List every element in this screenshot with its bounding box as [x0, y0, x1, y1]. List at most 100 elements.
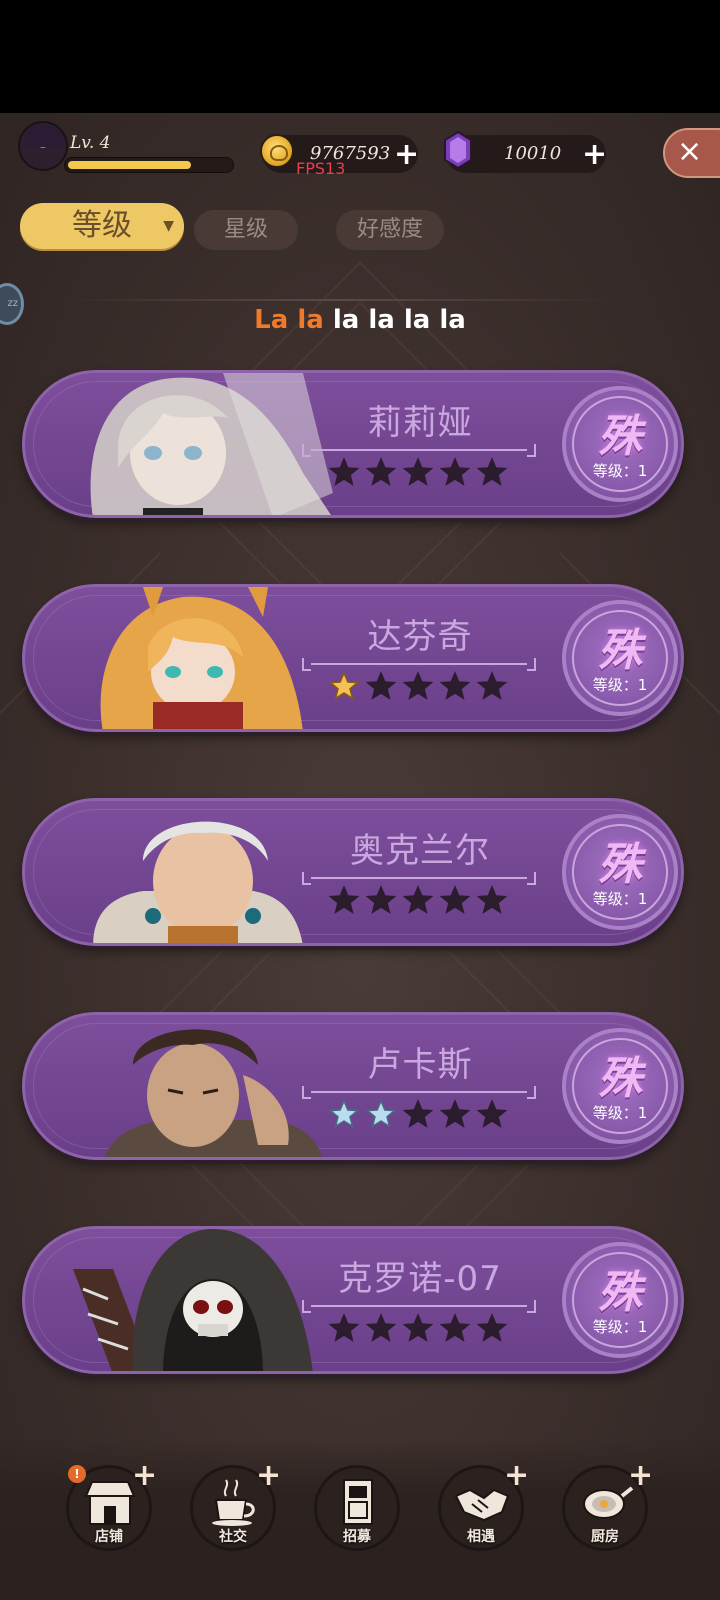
star-filled-icon: [329, 671, 359, 700]
star-rating: [329, 885, 509, 915]
sort-down-icon: ▼: [163, 218, 174, 234]
notification-badge: !: [68, 1465, 86, 1483]
plus-icon: +: [628, 1458, 654, 1493]
star-empty-icon: [366, 1313, 396, 1342]
star-empty-icon: [403, 457, 433, 486]
star-empty-icon: [477, 457, 507, 486]
gem-icon: [444, 131, 472, 169]
character-name: 莉莉娅: [367, 403, 473, 443]
star-empty-icon: [403, 885, 433, 914]
character-card-chrono-07[interactable]: 克罗诺-07 殊 等级：1: [22, 1226, 684, 1374]
character-portrait: [100, 587, 303, 729]
banner-text: La la la la la la: [0, 305, 720, 335]
rank-badge: 殊 等级：1: [562, 814, 678, 930]
nav-label: 厨房: [591, 1529, 619, 1545]
star-empty-icon: [366, 671, 396, 700]
star-empty-icon: [366, 885, 396, 914]
star-empty-icon: [477, 885, 507, 914]
player-level: Lv. 4: [70, 133, 111, 153]
coin-icon: [260, 134, 294, 168]
rank-label: 殊: [598, 411, 642, 462]
star-filled-icon: [366, 1099, 396, 1128]
character-list-screen: Lv. 4 9767593 + FPS13 10010 + × 等级 ▼ 星级 …: [0, 113, 720, 1600]
status-bar-area: [0, 0, 720, 113]
star-empty-icon: [440, 885, 470, 914]
shop-icon: [84, 1481, 136, 1525]
banner-text-orange: La la: [254, 305, 324, 335]
xp-progress-bar: [64, 157, 234, 173]
plus-icon: +: [504, 1458, 530, 1493]
nav-label: 招募: [343, 1529, 371, 1545]
character-level: 等级：1: [592, 1104, 648, 1122]
character-level: 等级：1: [592, 462, 648, 480]
name-underline-ornament: [302, 1086, 536, 1099]
star-empty-icon: [403, 1313, 433, 1342]
character-card-oakland[interactable]: 奥克兰尔 殊 等级：1: [22, 798, 684, 946]
plus-icon: +: [256, 1458, 282, 1493]
xp-progress-fill: [68, 161, 191, 169]
star-rating: [329, 1313, 509, 1343]
character-portrait: [93, 821, 303, 943]
character-name: 克罗诺-07: [338, 1259, 502, 1299]
star-rating: [329, 457, 509, 487]
handshake-icon: [454, 1488, 510, 1522]
name-underline-ornament: [302, 1300, 536, 1313]
coffee-cup-icon: [212, 1479, 255, 1526]
character-card-davinci[interactable]: 达芬奇 殊 等级：1: [22, 584, 684, 732]
gem-amount: 10010: [504, 143, 562, 164]
add-gems-button[interactable]: +: [582, 140, 607, 170]
nav-label: 店铺: [95, 1529, 123, 1545]
tab-level[interactable]: 等级 ▼: [20, 203, 184, 249]
add-coins-button[interactable]: +: [394, 140, 419, 170]
rank-label: 殊: [598, 1053, 642, 1104]
close-icon: ×: [677, 134, 703, 169]
star-empty-icon: [329, 885, 359, 914]
frying-pan-icon: [583, 1486, 634, 1519]
rank-badge: 殊 等级：1: [562, 386, 678, 502]
star-empty-icon: [440, 1099, 470, 1128]
rank-label: 殊: [598, 1267, 642, 1318]
name-underline-ornament: [302, 444, 536, 457]
tab-level-label: 等级: [72, 208, 132, 243]
player-avatar[interactable]: [18, 121, 68, 171]
name-underline-ornament: [302, 872, 536, 885]
character-name: 卢卡斯: [367, 1045, 473, 1085]
star-rating: [329, 671, 509, 701]
character-portrait: [90, 373, 333, 515]
door-icon: [343, 1479, 373, 1525]
star-empty-icon: [403, 1099, 433, 1128]
banner-text-white: la la la la: [332, 305, 466, 335]
nav-label: 社交: [219, 1529, 247, 1545]
plus-icon: +: [132, 1458, 158, 1493]
rank-badge: 殊 等级：1: [562, 1028, 678, 1144]
nav-recruit[interactable]: 招募: [314, 1465, 400, 1551]
star-empty-icon: [477, 1099, 507, 1128]
name-underline-ornament: [302, 658, 536, 671]
close-button[interactable]: ×: [663, 128, 720, 178]
star-empty-icon: [440, 1313, 470, 1342]
star-empty-icon: [366, 457, 396, 486]
character-level: 等级：1: [592, 890, 648, 908]
character-name: 奥克兰尔: [350, 831, 490, 871]
star-rating: [329, 1099, 509, 1129]
tab-stars[interactable]: 星级: [194, 210, 298, 250]
star-filled-icon: [329, 1099, 359, 1128]
star-empty-icon: [329, 457, 359, 486]
star-empty-icon: [440, 457, 470, 486]
character-name: 达芬奇: [367, 617, 473, 657]
character-card-lilia[interactable]: 莉莉娅 殊 等级：1: [22, 370, 684, 518]
nav-label: 相遇: [467, 1529, 495, 1545]
fps-counter: FPS13: [296, 159, 346, 178]
star-empty-icon: [440, 671, 470, 700]
star-empty-icon: [477, 671, 507, 700]
character-level: 等级：1: [592, 1318, 648, 1336]
character-portrait: [104, 1029, 323, 1157]
rank-badge: 殊 等级：1: [562, 1242, 678, 1358]
character-portrait: [73, 1229, 313, 1371]
character-level: 等级：1: [592, 676, 648, 694]
tab-affection[interactable]: 好感度: [336, 210, 444, 250]
divider: [62, 299, 612, 301]
rank-label: 殊: [598, 625, 642, 676]
star-empty-icon: [477, 1313, 507, 1342]
character-card-lucas[interactable]: 卢卡斯 殊 等级：1: [22, 1012, 684, 1160]
